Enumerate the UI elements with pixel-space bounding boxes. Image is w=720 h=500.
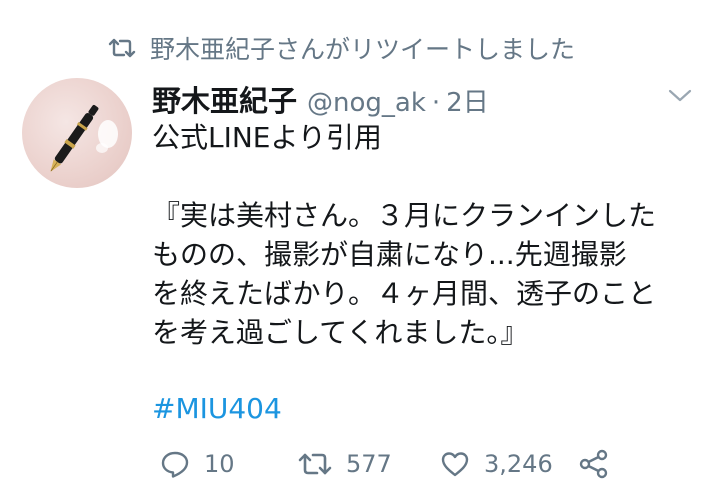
heart-icon (441, 452, 469, 477)
share-icon (579, 449, 608, 479)
tweet-quote: 『実は美村さん。３月にクランインした ものの、撮影が自粛になり...先週撮影 を… (152, 199, 657, 349)
retweet-icon (108, 36, 136, 60)
separator-dot: · (431, 88, 441, 118)
share-button[interactable] (578, 444, 610, 484)
like-count: 3,246 (484, 450, 553, 478)
retweet-icon (298, 453, 332, 475)
retweet-count: 577 (346, 450, 392, 478)
like-button[interactable]: 3,246 (440, 444, 553, 484)
fountain-pen-avatar (50, 105, 118, 172)
tweet-text-line1: 公式LINEより引用 (152, 121, 382, 154)
avatar[interactable] (22, 78, 132, 188)
tweet-actions: 10 577 3,246 (152, 444, 622, 484)
retweet-context: 野木亜紀子さんがリツイートしました (108, 32, 575, 64)
reply-icon (161, 451, 189, 478)
display-name[interactable]: 野木亜紀子 (152, 78, 297, 120)
chevron-down-icon[interactable] (666, 86, 694, 106)
tweet-time[interactable]: 2日 (446, 82, 489, 119)
reply-count: 10 (204, 450, 235, 478)
reply-button[interactable]: 10 (160, 444, 235, 484)
tweet-text: 公式LINEより引用 『実は美村さん。３月にクランインした ものの、撮影が自粛に… (152, 118, 707, 352)
retweet-button[interactable]: 577 (298, 444, 392, 484)
tweet-header: 野木亜紀子 @nog_ak · 2日 (152, 78, 489, 119)
user-handle[interactable]: @nog_ak (307, 88, 426, 118)
retweet-context-text: 野木亜紀子さんがリツイートしました (150, 35, 576, 64)
tweet[interactable]: 野木亜紀子さんがリツイートしました 野木亜紀子 @nog_ak · 2日 公式L… (0, 0, 720, 500)
hashtag-link[interactable]: #MIU404 (152, 392, 282, 425)
